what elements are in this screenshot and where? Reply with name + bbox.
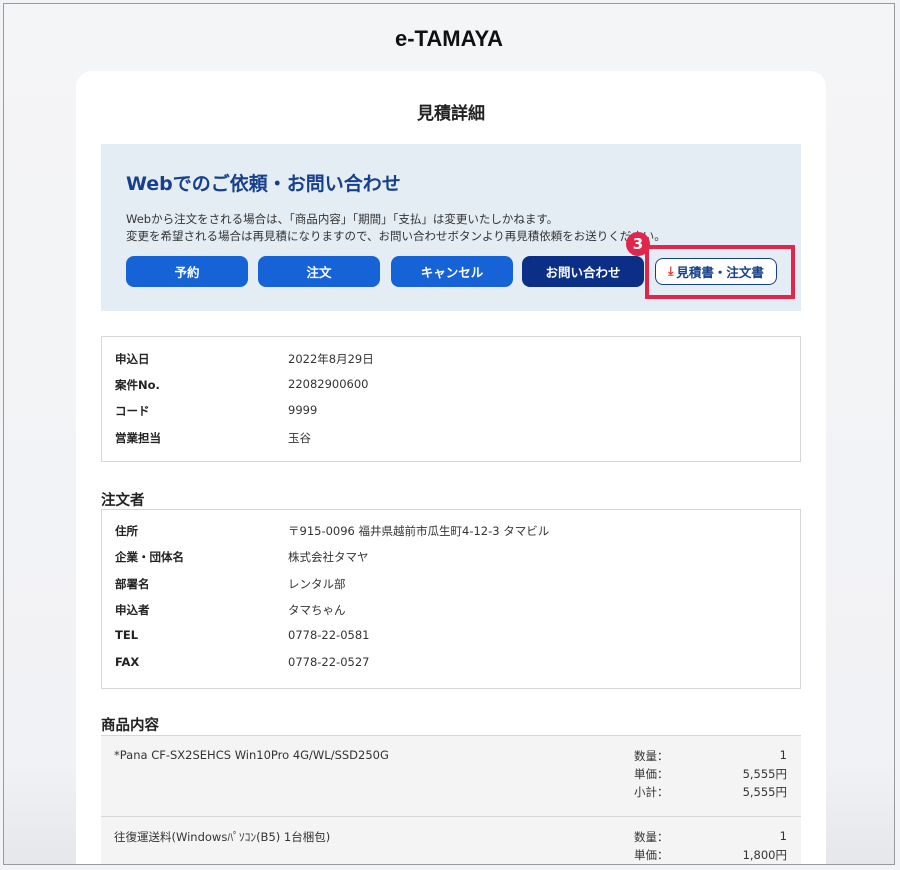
quote-info-box: 申込日 2022年8月29日 案件No. 22082900600 コード 999…: [101, 336, 801, 462]
info-value: 9999: [288, 403, 318, 417]
subtotal-label: 小計：: [634, 785, 669, 799]
price-label: 単価：: [634, 848, 669, 862]
orderer-value: 0778-22-0527: [288, 655, 370, 669]
description-line: Webから注文をされる場合は、「商品内容」「期間」「支払」は変更いたしかねます。: [126, 212, 559, 226]
web-request-title: Webでのご依頼・お問い合わせ: [126, 173, 401, 195]
qty-value: 1: [779, 829, 787, 843]
orderer-value: レンタル部: [288, 577, 346, 591]
orderer-value: タマちゃん: [288, 603, 346, 617]
info-value: 2022年8月29日: [288, 352, 374, 366]
inquiry-button[interactable]: お問い合わせ: [522, 256, 644, 287]
orderer-value: 株式会社タマヤ: [288, 550, 369, 564]
quote-detail-card: 見積詳細 Webでのご依頼・お問い合わせ Webから注文をされる場合は、「商品内…: [76, 71, 826, 864]
orderer-row: 部署名 レンタル部: [115, 576, 785, 594]
orderer-label: 部署名: [115, 577, 150, 591]
info-row: 営業担当 玉谷: [115, 430, 785, 448]
info-value: 玉谷: [288, 431, 311, 445]
step-number-badge: 3: [626, 232, 650, 256]
info-label: コード: [115, 404, 150, 418]
product-row: 往復運送料(Windowsﾊﾟｿｺﾝ(B5) 1台梱包) 数量： 1 単価： 1…: [101, 817, 801, 864]
page-title: 見積詳細: [417, 104, 485, 124]
site-title: e-TAMAYA: [395, 26, 503, 51]
web-request-panel: Webでのご依頼・お問い合わせ Webから注文をされる場合は、「商品内容」「期間…: [101, 144, 801, 311]
product-name: *Pana CF-SX2SEHCS Win10Pro 4G/WL/SSD250G: [114, 748, 389, 762]
subtotal-value: 5,555円: [742, 785, 787, 799]
info-label: 申込日: [115, 352, 150, 366]
orderer-value: 〒915-0096 福井県越前市瓜生町4-12-3 タマビル: [288, 524, 550, 538]
orderer-label: TEL: [115, 628, 139, 642]
quote-order-pdf-button[interactable]: ⤓ 見積書・注文書: [655, 258, 777, 285]
orderer-row: FAX 0778-22-0527: [115, 655, 785, 673]
order-button[interactable]: 注文: [258, 256, 380, 287]
price-value: 5,555円: [742, 767, 787, 781]
cancel-button[interactable]: キャンセル: [391, 256, 513, 287]
orderer-row: 住所 〒915-0096 福井県越前市瓜生町4-12-3 タマビル: [115, 523, 785, 541]
qty-value: 1: [779, 748, 787, 762]
products-heading: 商品内容: [101, 718, 159, 734]
orderer-value: 0778-22-0581: [288, 628, 370, 642]
orderer-row: TEL 0778-22-0581: [115, 628, 785, 646]
orderer-label: 申込者: [115, 603, 150, 617]
browser-frame: e-TAMAYA 見積詳細 Webでのご依頼・お問い合わせ Webから注文をされ…: [3, 3, 895, 865]
reserve-button[interactable]: 予約: [126, 256, 248, 287]
orderer-label: 企業・団体名: [115, 550, 184, 564]
product-name: 往復運送料(Windowsﾊﾟｿｺﾝ(B5) 1台梱包): [114, 830, 331, 844]
info-row: 申込日 2022年8月29日: [115, 351, 785, 369]
orderer-row: 企業・団体名 株式会社タマヤ: [115, 549, 785, 567]
info-row: コード 9999: [115, 403, 785, 421]
product-row: *Pana CF-SX2SEHCS Win10Pro 4G/WL/SSD250G…: [101, 735, 801, 817]
qty-label: 数量：: [634, 749, 669, 763]
orderer-info-box: 住所 〒915-0096 福井県越前市瓜生町4-12-3 タマビル 企業・団体名…: [101, 509, 801, 689]
description-line: 変更を希望される場合は再見積になりますので、お問い合わせボタンより再見積依頼をお…: [126, 229, 666, 243]
pdf-button-label: 見積書・注文書: [676, 265, 764, 280]
price-value: 1,800円: [742, 848, 787, 862]
orderer-label: FAX: [115, 655, 140, 669]
pdf-icon: ⤓: [668, 264, 674, 278]
orderer-row: 申込者 タマちゃん: [115, 602, 785, 620]
qty-label: 数量：: [634, 830, 669, 844]
info-label: 営業担当: [115, 431, 161, 445]
price-label: 単価：: [634, 767, 669, 781]
info-row: 案件No. 22082900600: [115, 377, 785, 395]
info-label: 案件No.: [115, 378, 160, 392]
info-value: 22082900600: [288, 377, 369, 391]
orderer-heading: 注文者: [101, 493, 145, 509]
orderer-label: 住所: [115, 524, 138, 538]
web-request-description: Webから注文をされる場合は、「商品内容」「期間」「支払」は変更いたしかねます。…: [126, 211, 666, 245]
